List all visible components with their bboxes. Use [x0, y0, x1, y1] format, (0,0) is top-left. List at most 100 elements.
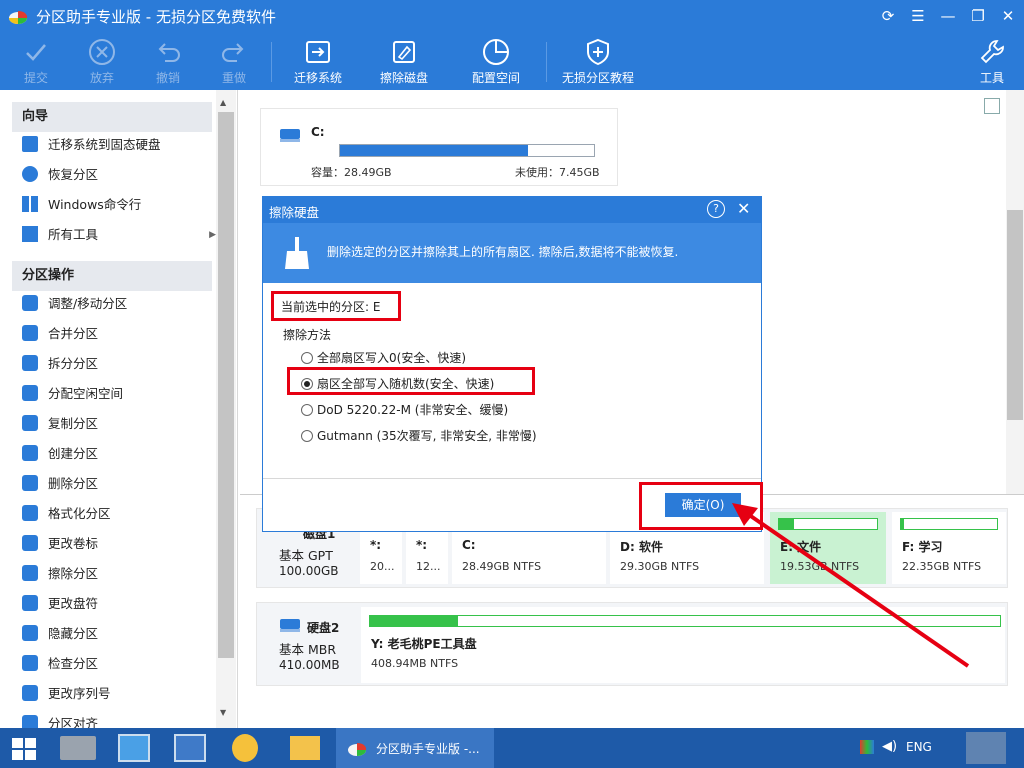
sidebar-item-label: 擦除分区 — [48, 566, 99, 581]
clock-area[interactable] — [966, 732, 1006, 764]
sidebar-item-label: 隐藏分区 — [48, 626, 99, 641]
sidebar-item-allocate[interactable]: 分配空闲空间 — [22, 379, 222, 409]
minimize-button[interactable]: — — [934, 4, 962, 28]
sidebar-item-label[interactable]: 更改卷标 — [22, 529, 222, 559]
sidebar-item-serial[interactable]: 更改序列号 — [22, 679, 222, 709]
sidebar-item-split[interactable]: 拆分分区 — [22, 349, 222, 379]
option-label: DoD 5220.22-M (非常安全、缓慢) — [317, 403, 509, 417]
sidebar-item-resize[interactable]: 调整/移动分区 — [22, 289, 222, 319]
disk2-row[interactable]: 硬盘2 基本 MBR 410.00MB Y: 老毛桃PE工具盘 408.94MB… — [256, 602, 1008, 686]
align-icon — [22, 715, 38, 728]
tray-app-icon[interactable] — [860, 740, 874, 754]
sidebar-item-label: 创建分区 — [48, 446, 99, 461]
partition-5[interactable]: E: 文件 19.53GB NTFS — [770, 512, 886, 584]
restore-button[interactable]: ❐ — [964, 4, 992, 28]
discard-button[interactable]: 放弃 — [82, 32, 122, 90]
sidebar-item-label: 更改卷标 — [48, 536, 99, 551]
scroll-up-icon[interactable]: ▲ — [220, 98, 226, 107]
refresh-icon[interactable]: ⟳ — [874, 4, 902, 28]
sidebar-item-all-tools[interactable]: 所有工具 ▶ — [22, 220, 222, 250]
sidebar-item-migrate-ssd[interactable]: 迁移系统到固态硬盘 — [22, 130, 222, 160]
undo-button[interactable]: 撤销 — [148, 32, 188, 90]
partition-info: 28.49GB NTFS — [462, 560, 542, 573]
redo-button[interactable]: 重做 — [214, 32, 254, 90]
copy-icon — [22, 415, 38, 431]
search-tool-icon[interactable] — [232, 734, 258, 762]
sidebar-item-letter[interactable]: 更改盘符 — [22, 589, 222, 619]
scroll-thumb[interactable] — [218, 112, 234, 658]
network-computer-icon[interactable] — [118, 734, 150, 762]
sidebar-item-format[interactable]: 格式化分区 — [22, 499, 222, 529]
sidebar-item-copy[interactable]: 复制分区 — [22, 409, 222, 439]
usage-bar — [369, 615, 1001, 627]
dialog-close-icon[interactable]: ✕ — [737, 199, 750, 218]
wipe-option-gutmann[interactable]: Gutmann (35次覆写, 非常安全, 非常慢) — [301, 427, 537, 444]
option-label: Gutmann (35次覆写, 非常安全, 非常慢) — [317, 429, 537, 443]
sidebar-item-cmd[interactable]: Windows命令行 — [22, 190, 222, 220]
scroll-down-icon[interactable]: ▼ — [220, 708, 226, 717]
taskbar-active-app[interactable]: 分区助手专业版 -... — [336, 728, 494, 768]
allocate-space-button[interactable]: 配置空间 — [466, 32, 526, 90]
usage-bar — [778, 518, 878, 530]
sidebar-item-recover[interactable]: 恢复分区 — [22, 160, 222, 190]
scroll-thumb[interactable] — [1007, 210, 1023, 420]
tutorial-button[interactable]: 无损分区教程 — [558, 32, 638, 90]
window-title: 分区助手专业版 - 无损分区免费软件 — [36, 8, 276, 26]
partition-card-c[interactable]: C: 容量：28.49GB 未使用：7.45GB — [260, 108, 618, 186]
wipe-disk-icon — [393, 41, 415, 63]
volume-icon[interactable]: ◀) — [882, 739, 897, 754]
commit-label: 提交 — [23, 71, 48, 85]
partition-y[interactable]: Y: 老毛桃PE工具盘 408.94MB NTFS — [361, 607, 1005, 683]
recover-icon — [22, 166, 38, 182]
disk-type: 基本 GPT — [279, 548, 333, 563]
toolbar: 提交 放弃 撤销 重做 迁移系统 擦除磁盘 配置空间 无损分区教程 工具 — [0, 32, 1024, 90]
current-partition-text: 当前选中的分区: E — [281, 300, 381, 314]
commit-button[interactable]: 提交 — [16, 32, 56, 90]
broom-icon — [285, 237, 309, 269]
partition-6[interactable]: F: 学习 22.35GB NTFS — [892, 512, 1006, 584]
partition-info: 29.30GB NTFS — [620, 560, 700, 573]
view-toggle-icon[interactable] — [984, 98, 1000, 114]
chevron-right-icon: ▶ — [209, 230, 216, 240]
right-scrollbar[interactable] — [1006, 90, 1024, 494]
hardware-icon[interactable] — [60, 736, 96, 760]
sidebar-item-align[interactable]: 分区对齐 — [22, 709, 222, 728]
radio-button[interactable] — [301, 403, 313, 416]
wipe-option-dod[interactable]: DoD 5220.22-M (非常安全、缓慢) — [301, 401, 508, 418]
wipe-disk-button[interactable]: 擦除磁盘 — [374, 32, 434, 90]
sidebar-item-label: 所有工具 — [48, 227, 99, 242]
radio-button[interactable] — [301, 351, 313, 364]
wipe-option-zeros[interactable]: 全部扇区写入0(安全、快速) — [301, 349, 466, 366]
keyboard-computer-icon[interactable] — [174, 734, 206, 762]
sidebar-item-label: 更改盘符 — [48, 596, 99, 611]
wipe-icon — [22, 565, 38, 581]
cancel-circle-icon — [89, 39, 115, 65]
sidebar-item-label: 分配空闲空间 — [48, 386, 124, 401]
help-icon[interactable]: ? — [707, 200, 725, 218]
menu-icon[interactable]: ☰ — [904, 4, 932, 28]
shield-plus-icon — [587, 38, 609, 66]
wipe-option-random[interactable]: 扇区全部写入随机数(安全、快速) — [301, 375, 494, 392]
tools-button[interactable]: 工具 — [972, 32, 1012, 90]
sidebar-item-check[interactable]: 检查分区 — [22, 649, 222, 679]
migrate-system-button[interactable]: 迁移系统 — [288, 32, 348, 90]
sidebar-item-hide[interactable]: 隐藏分区 — [22, 619, 222, 649]
wrench-icon — [980, 40, 1004, 64]
partition-label: D: 软件 — [620, 540, 663, 554]
windows-start-icon[interactable] — [12, 738, 36, 760]
close-button[interactable]: ✕ — [994, 4, 1022, 28]
unused-text: 未使用：7.45GB — [515, 166, 600, 179]
sidebar-item-merge[interactable]: 合并分区 — [22, 319, 222, 349]
folder-icon[interactable] — [290, 736, 320, 760]
drive-label: C: — [311, 125, 325, 139]
left-scrollbar[interactable]: ▲ ▼ — [216, 90, 236, 728]
delete-icon — [22, 475, 38, 491]
sidebar-item-wipe[interactable]: 擦除分区 — [22, 559, 222, 589]
radio-button[interactable] — [301, 429, 313, 442]
radio-button-selected[interactable] — [301, 377, 313, 390]
language-indicator[interactable]: ENG — [906, 740, 932, 754]
pie-chart-icon — [483, 39, 509, 65]
ok-button[interactable]: 确定(O) — [665, 493, 741, 517]
sidebar-item-delete[interactable]: 删除分区 — [22, 469, 222, 499]
sidebar-item-create[interactable]: 创建分区 — [22, 439, 222, 469]
